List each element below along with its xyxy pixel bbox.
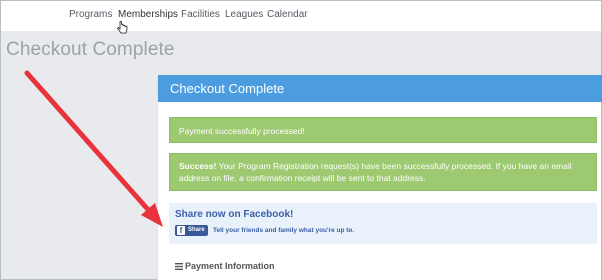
nav-memberships[interactable]: Memberships <box>118 9 178 20</box>
facebook-share-box: Share now on Facebook! f Share Tell your… <box>169 203 597 244</box>
facebook-share-button[interactable]: f Share <box>175 225 208 236</box>
facebook-icon: f <box>177 226 185 235</box>
nav-calendar[interactable]: Calendar <box>267 9 308 20</box>
success-alert-label: Success! <box>179 161 217 171</box>
nav-facilities[interactable]: Facilities <box>181 9 220 20</box>
payment-alert: Payment successfully processed! <box>169 117 597 143</box>
success-alert-text: Your Program Registration request(s) hav… <box>179 161 572 183</box>
payment-information-label: Payment Information <box>185 261 275 271</box>
top-navigation: Programs Memberships Facilities Leagues … <box>1 1 601 34</box>
hand-pointer-icon <box>117 21 128 34</box>
share-description: Tell your friends and family what you're… <box>213 227 355 234</box>
panel-title: Checkout Complete <box>170 81 285 96</box>
payment-alert-text: Payment successfully processed! <box>179 126 305 136</box>
nav-leagues[interactable]: Leagues <box>225 9 263 20</box>
panel-header: Checkout Complete <box>158 75 602 102</box>
nav-programs[interactable]: Programs <box>69 9 112 20</box>
menu-icon <box>175 263 183 270</box>
payment-information-heading[interactable]: Payment Information <box>175 261 275 271</box>
page-title: Checkout Complete <box>6 39 175 60</box>
share-heading: Share now on Facebook! <box>175 209 294 220</box>
checkout-panel: Checkout Complete Payment successfully p… <box>157 75 602 280</box>
share-button-label: Share <box>188 227 205 233</box>
success-alert: Success! Your Program Registration reque… <box>169 153 597 191</box>
